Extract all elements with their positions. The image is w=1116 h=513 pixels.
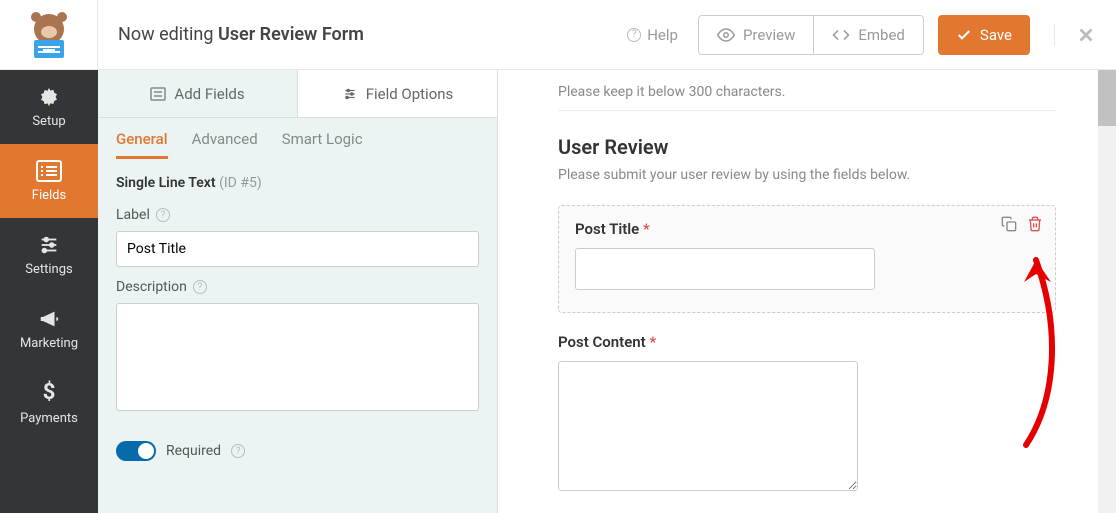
options-icon [342, 87, 358, 101]
nav-marketing[interactable]: Marketing [0, 292, 98, 366]
field-type-heading: Single Line Text (ID #5) [116, 175, 479, 191]
eye-icon [717, 26, 735, 44]
logo-mascot [0, 0, 98, 69]
required-toggle[interactable] [116, 441, 156, 461]
label-caption: Label [116, 207, 150, 223]
editing-prefix: Now editing [118, 24, 218, 45]
char-hint: Please keep it below 300 characters. [558, 84, 1056, 100]
nav-fields-label: Fields [32, 188, 66, 203]
label-input[interactable] [116, 231, 479, 267]
section-desc: Please submit your user review by using … [558, 167, 1056, 183]
divider [558, 110, 1056, 111]
save-button[interactable]: Save [938, 15, 1030, 55]
required-asterisk-2: * [649, 333, 656, 351]
selected-field-card[interactable]: Post Title * [558, 205, 1056, 313]
close-icon [1075, 24, 1097, 46]
embed-label: Embed [858, 26, 905, 44]
nav-settings[interactable]: Settings [0, 218, 98, 292]
tab-add-label: Add Fields [174, 85, 244, 103]
add-fields-icon [150, 87, 166, 101]
code-icon [832, 26, 850, 44]
subtab-smart[interactable]: Smart Logic [282, 130, 363, 159]
nav-payments[interactable]: $ Payments [0, 366, 98, 440]
close-button[interactable] [1054, 24, 1116, 46]
description-input[interactable] [116, 303, 479, 411]
tab-add-fields[interactable]: Add Fields [98, 70, 298, 117]
check-icon [956, 27, 972, 43]
scrollbar-thumb[interactable] [1098, 70, 1116, 126]
gear-icon [38, 86, 60, 108]
preview-field2-label: Post Content [558, 333, 646, 351]
description-caption: Description [116, 279, 187, 295]
list-icon [36, 160, 62, 182]
help-link[interactable]: ? Help [627, 26, 678, 44]
nav-payments-label: Payments [20, 411, 78, 426]
dollar-icon: $ [43, 380, 56, 405]
help-icon-label[interactable]: ? [156, 208, 170, 222]
megaphone-icon [38, 308, 60, 330]
tab-field-options[interactable]: Field Options [298, 70, 497, 117]
help-label: Help [647, 26, 678, 44]
nav-settings-label: Settings [25, 262, 72, 277]
nav-setup[interactable]: Setup [0, 70, 98, 144]
scrollbar-track[interactable] [1098, 70, 1116, 513]
section-title: User Review [558, 135, 1056, 159]
sliders-icon [38, 234, 60, 256]
preview-field1-label: Post Title [575, 220, 639, 238]
nav-marketing-label: Marketing [20, 336, 78, 351]
nav-setup-label: Setup [32, 114, 65, 129]
subtab-advanced[interactable]: Advanced [192, 130, 258, 159]
embed-button[interactable]: Embed [813, 16, 923, 54]
subtab-general[interactable]: General [116, 130, 168, 159]
save-label: Save [980, 26, 1012, 44]
duplicate-icon[interactable] [1001, 216, 1017, 232]
page-title: Now editing User Review Form [98, 24, 627, 45]
preview-input-posttitle[interactable] [575, 248, 875, 290]
preview-input-postcontent[interactable] [558, 361, 858, 491]
required-label: Required [166, 443, 221, 459]
trash-icon[interactable] [1027, 216, 1043, 232]
preview-label: Preview [743, 26, 795, 44]
form-name: User Review Form [218, 24, 364, 45]
preview-button[interactable]: Preview [699, 16, 813, 54]
field-id: (ID #5) [219, 175, 262, 191]
field-type-name: Single Line Text [116, 175, 216, 191]
nav-fields[interactable]: Fields [0, 144, 98, 218]
preview-field2[interactable]: Post Content * [558, 333, 1056, 495]
help-icon-description[interactable]: ? [193, 280, 207, 294]
required-asterisk: * [643, 220, 650, 238]
tab-options-label: Field Options [366, 85, 454, 103]
help-icon-required[interactable]: ? [231, 444, 245, 458]
help-icon: ? [627, 28, 641, 42]
